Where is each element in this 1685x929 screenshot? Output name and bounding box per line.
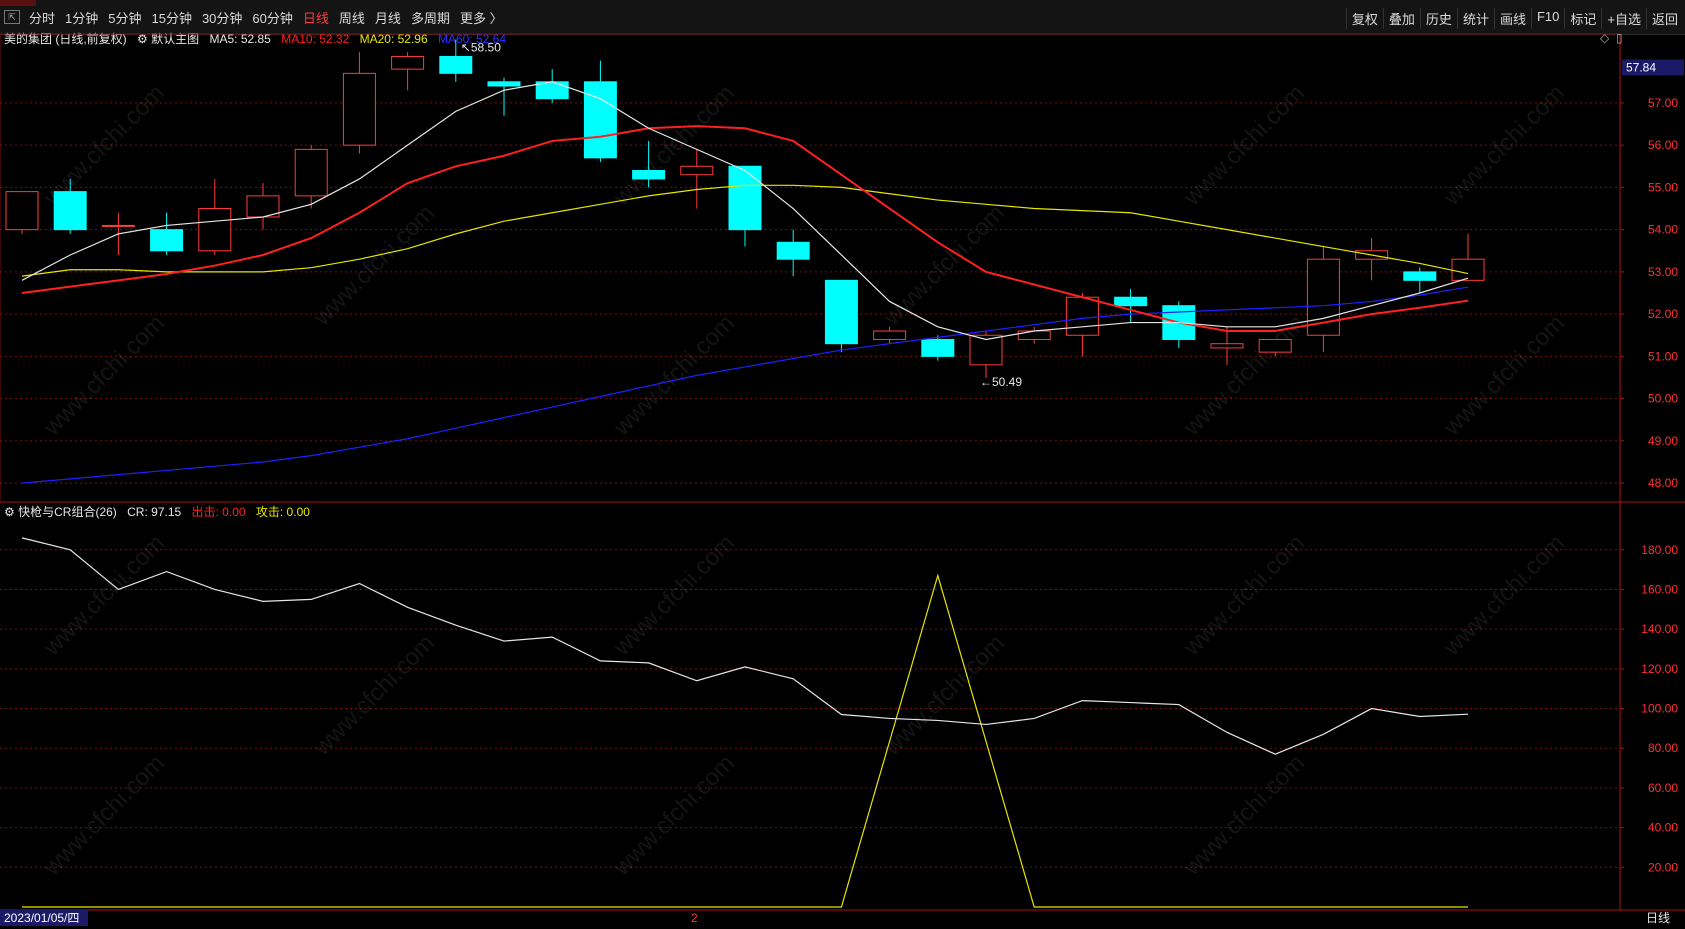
main-tick-label: 55.00: [1648, 180, 1678, 194]
candle-body: [632, 170, 666, 180]
candle-body: [873, 330, 907, 340]
low-price-label: ←50.49: [980, 375, 1022, 389]
sub-tick-label: 180.00: [1641, 543, 1678, 557]
sub-tick-label: 80.00: [1648, 741, 1678, 755]
candle-body: [921, 338, 955, 357]
candle-body: [1065, 296, 1099, 336]
sub-tick-label: 100.00: [1641, 702, 1678, 716]
candle-body: [776, 241, 810, 260]
main-panel-frame: [0, 33, 1621, 503]
main-tick-label: 50.00: [1648, 392, 1678, 406]
watermark-text: www.cfchi.com: [38, 309, 170, 441]
candle-body: [150, 229, 184, 252]
candle-body: [53, 191, 87, 231]
watermark-text: www.cfchi.com: [878, 199, 1010, 331]
watermark-text: www.cfchi.com: [308, 199, 440, 331]
watermark-text: www.cfchi.com: [308, 629, 440, 761]
main-tick-label: 54.00: [1648, 223, 1678, 237]
candle-body: [198, 208, 232, 252]
candle-body: [5, 191, 39, 231]
candle-body: [824, 279, 858, 345]
signal-line: [22, 573, 1468, 908]
watermark-text: www.cfchi.com: [608, 529, 740, 661]
candle-body: [583, 81, 617, 159]
candle-body: [1451, 258, 1485, 281]
candle-body: [1258, 338, 1292, 353]
main-tick-label: 57.00: [1648, 96, 1678, 110]
sub-tick-label: 40.00: [1648, 821, 1678, 835]
panel-toggle-icon: ▯: [1616, 31, 1623, 45]
candle-body: [342, 72, 376, 146]
sub-tick-label: 60.00: [1648, 781, 1678, 795]
main-tick-label: 52.00: [1648, 307, 1678, 321]
candle-body: [1403, 271, 1437, 281]
main-tick-label: 51.00: [1648, 349, 1678, 363]
time-marker: 2: [691, 911, 698, 925]
candle-body: [680, 165, 714, 176]
candle-body: [391, 55, 425, 70]
sub-tick-label: 20.00: [1648, 860, 1678, 874]
period-label: 日线: [1646, 911, 1670, 925]
watermark-text: www.cfchi.com: [608, 309, 740, 441]
candle-body: [1017, 330, 1051, 340]
date-label: 2023/01/05/四: [4, 911, 79, 925]
watermark-text: www.cfchi.com: [1178, 529, 1310, 661]
watermark-text: www.cfchi.com: [608, 749, 740, 881]
main-tick-label: 49.00: [1648, 434, 1678, 448]
watermark-text: www.cfchi.com: [38, 749, 170, 881]
candle-body: [101, 224, 135, 227]
candle-body: [728, 165, 762, 231]
candle-body: [1114, 296, 1148, 307]
main-tick-label: 53.00: [1648, 265, 1678, 279]
sub-tick-label: 140.00: [1641, 622, 1678, 636]
watermark-text: www.cfchi.com: [1178, 749, 1310, 881]
watermark-text: www.cfchi.com: [878, 629, 1010, 761]
candle-body: [439, 55, 473, 74]
watermark-text: www.cfchi.com: [38, 529, 170, 661]
sub-tick-label: 160.00: [1641, 582, 1678, 596]
candle-body: [487, 81, 521, 87]
stock-chart[interactable]: 48.00 49.00 50.00 51.00 52.00 53.00 54.00 55.00…: [0, 0, 1685, 929]
watermark-text: www.cfchi.com: [1438, 529, 1570, 661]
high-price-label: ↖58.50: [461, 41, 501, 55]
watermark-text: www.cfchi.com: [1438, 309, 1570, 441]
candle-body: [294, 148, 328, 197]
sub-tick-label: 120.00: [1641, 662, 1678, 676]
candle-body: [1210, 343, 1244, 349]
main-tick-label: 56.00: [1648, 138, 1678, 152]
main-tick-label: 48.00: [1648, 476, 1678, 490]
current-price-label: 57.84: [1626, 60, 1656, 74]
diamond-icon: ◇: [1600, 31, 1610, 45]
